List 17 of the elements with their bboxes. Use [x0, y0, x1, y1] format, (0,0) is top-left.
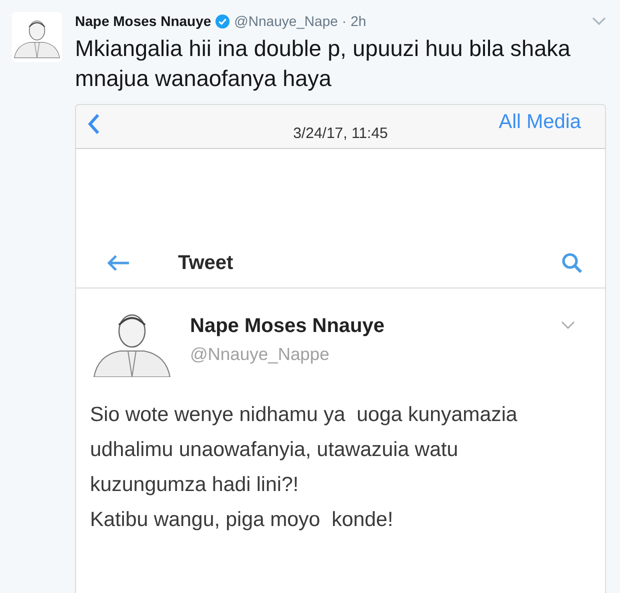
tweet-text: Mkiangalia hii ina double p, upuuzi huu bila shaka mnajua wanaofanya haya: [75, 35, 572, 93]
back-arrow-icon[interactable]: [106, 254, 130, 272]
author-name[interactable]: Nape Moses Nnauye: [75, 13, 212, 29]
search-icon[interactable]: [561, 252, 583, 274]
quoted-author-handle: @Nnauye_Nappe: [190, 344, 330, 365]
quoted-tweet-text: Katibu wangu, piga moyo konde!: [90, 507, 394, 533]
chevron-down-icon[interactable]: [592, 16, 606, 26]
quoted-tweet-text: Sio wote wenye nidhamu ya uoga kunyamazia udhalimu unaowafanyia, utawazuia watu kuzungumza hadi lini?!: [90, 402, 518, 498]
author-handle[interactable]: @Nnauye_Nape: [234, 13, 338, 29]
separator: ·: [342, 13, 347, 29]
all-media-link[interactable]: All Media: [498, 111, 581, 134]
date-time: 3/24/17, 11:45: [292, 125, 389, 142]
back-chevron-icon[interactable]: [88, 113, 100, 135]
chevron-down-icon: [561, 321, 575, 329]
timestamp[interactable]: 2h: [350, 13, 366, 29]
quoted-author-name: Nape Moses Nnauye: [190, 315, 386, 338]
nav-title: Tweet: [178, 252, 234, 274]
